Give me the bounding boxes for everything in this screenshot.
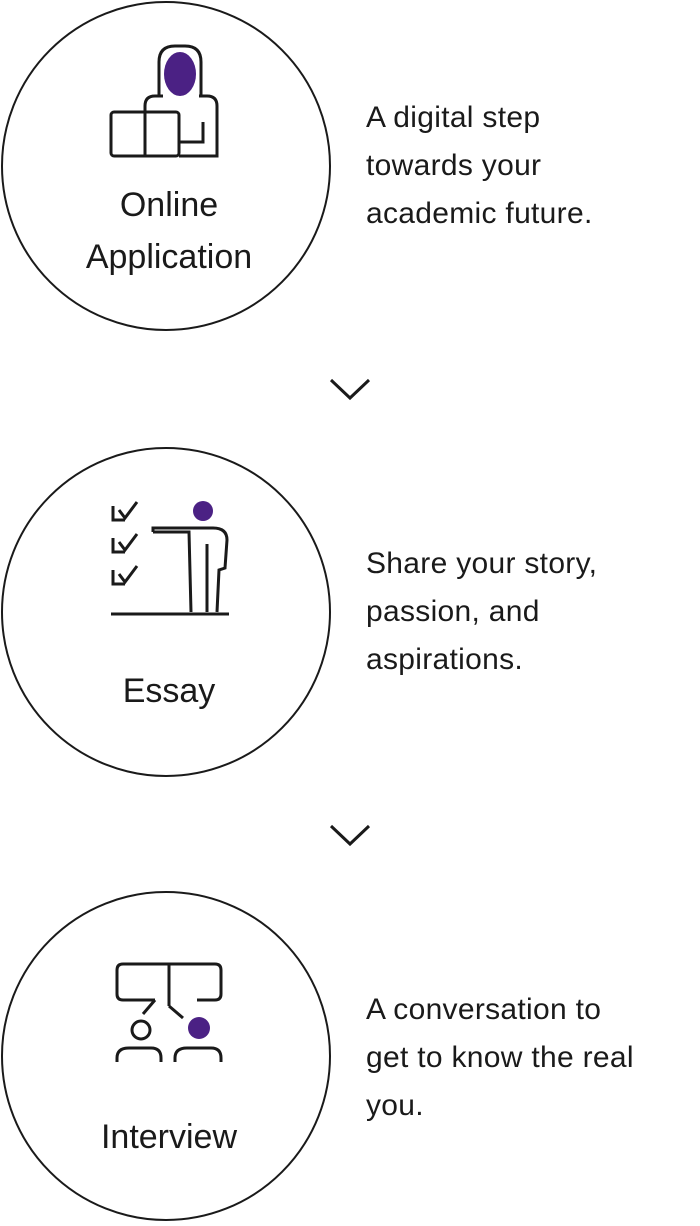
step-title: Essay: [122, 672, 216, 710]
step-circle: Interview: [1, 891, 331, 1221]
step-interview: Interview A conversation to get to know …: [0, 890, 700, 1226]
step-description: Share your story, passion, and aspiratio…: [366, 547, 598, 676]
step-circle: Online Application: [1, 1, 331, 331]
step-description: A digital step towards your academic fut…: [366, 101, 593, 230]
step-title: Interview: [100, 1118, 238, 1156]
step-online-application: Online Application A digital step toward…: [0, 0, 700, 336]
presenter-checklist-icon: [111, 501, 229, 616]
chevron-down-icon: [329, 378, 371, 401]
person-at-laptop-icon: [109, 44, 219, 158]
step-circle: Essay: [1, 447, 331, 777]
two-people-conversation-icon: [115, 962, 223, 1062]
step-title: Online Application: [85, 186, 253, 276]
step-description: A conversation to get to know the real y…: [366, 993, 634, 1122]
chevron-down-icon: [329, 824, 371, 847]
step-essay: Essay Share your story, passion, and asp…: [0, 446, 700, 782]
